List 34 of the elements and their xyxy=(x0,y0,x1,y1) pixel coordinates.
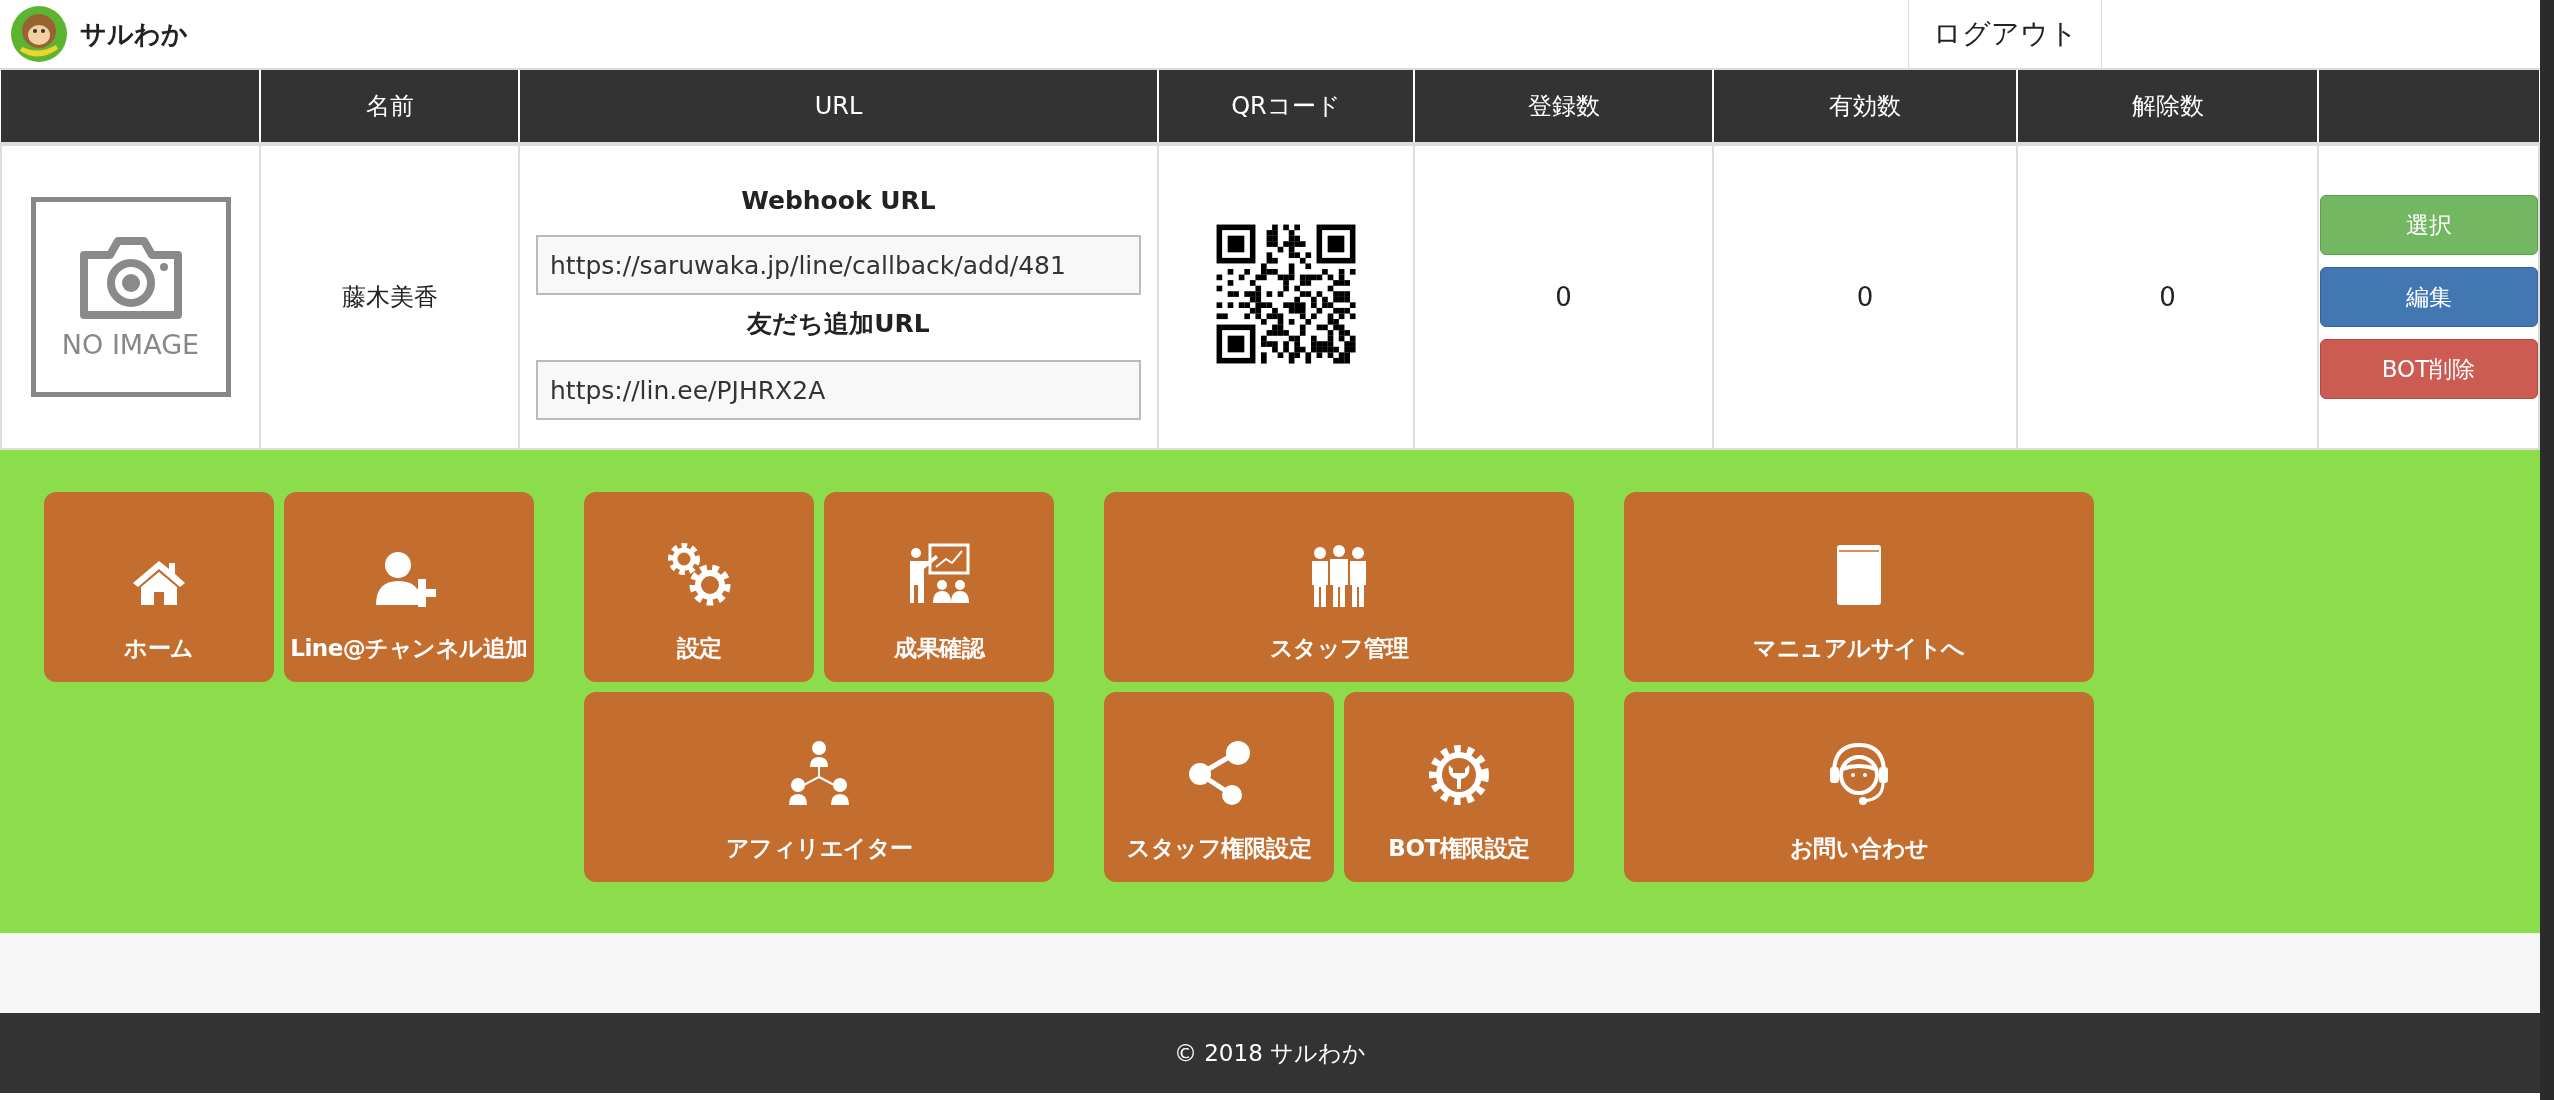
friend-url-label: 友だち追加URL xyxy=(745,308,931,340)
edit-button[interactable]: 編集 xyxy=(2319,267,2538,327)
logo-text: サルわか xyxy=(80,17,188,51)
menu-tile[interactable]: マニュアルサイトへ xyxy=(1624,492,2094,682)
logo-icon xyxy=(10,5,68,63)
column-header: 名前 xyxy=(260,70,519,144)
menu-tile[interactable]: お問い合わせ xyxy=(1624,692,2094,882)
no-image-text: NO IMAGE xyxy=(61,328,200,360)
gear-wrench-icon xyxy=(1427,743,1491,807)
column-header: 解除数 xyxy=(2017,70,2318,144)
gears-icon xyxy=(666,541,732,607)
menu-tile[interactable]: スタッフ権限設定 xyxy=(1104,692,1334,882)
column-header: 登録数 xyxy=(1414,70,1713,144)
webhook-url-field[interactable]: https://saruwaka.jp/line/callback/add/481 xyxy=(536,235,1141,295)
home-icon xyxy=(131,559,187,607)
select-button[interactable]: 選択 xyxy=(2319,195,2538,255)
menu-tile[interactable]: アフィリエイター xyxy=(584,692,1054,882)
webhook-url-label: Webhook URL xyxy=(740,186,937,215)
menu-tile[interactable]: ホーム xyxy=(44,492,274,682)
share-icon xyxy=(1186,741,1252,807)
menu-tile[interactable]: 設定 xyxy=(584,492,814,682)
book-icon xyxy=(1835,543,1883,607)
network-people-icon xyxy=(786,741,852,807)
menu-tile[interactable]: Line@チャンネル追加 xyxy=(284,492,534,682)
menu-tile[interactable]: スタッフ管理 xyxy=(1104,492,1574,682)
friend-url-field[interactable]: https://lin.ee/PJHRX2A xyxy=(536,360,1141,420)
column-header: QRコード xyxy=(1158,70,1414,144)
delete-button[interactable]: BOT削除 xyxy=(2319,339,2538,399)
menu-tile[interactable]: BOT権限設定 xyxy=(1344,692,1574,882)
menu-tile[interactable]: 成果確認 xyxy=(824,492,1054,682)
logout-button[interactable]: ログアウト xyxy=(1908,0,2102,68)
copyright-text: © 2018 サルわか xyxy=(1173,1038,1367,1068)
column-header: URL xyxy=(519,70,1158,144)
column-header: 有効数 xyxy=(1713,70,2017,144)
